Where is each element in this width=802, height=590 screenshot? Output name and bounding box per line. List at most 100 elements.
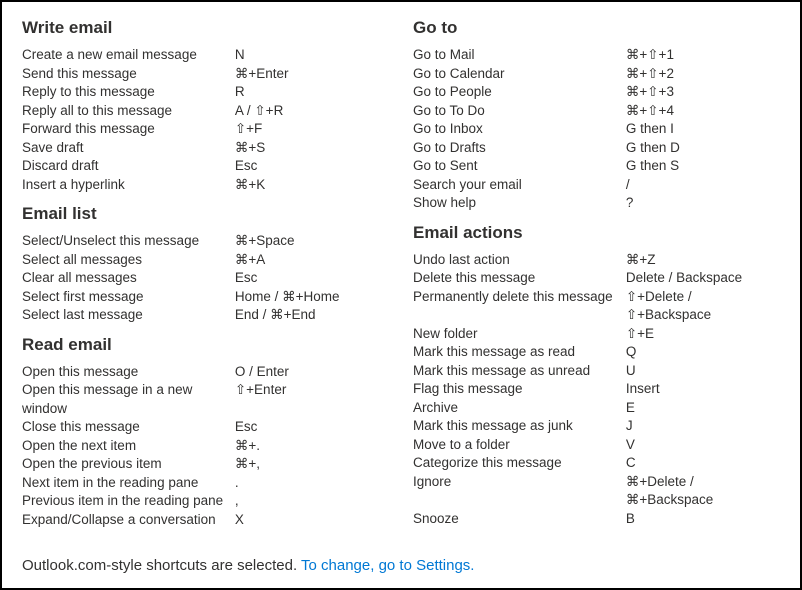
shortcut-description: Go to Sent — [413, 157, 626, 176]
shortcut-description: Go to Calendar — [413, 65, 626, 84]
shortcut-row: Go to InboxG then I — [413, 120, 780, 139]
shortcut-row: Save draft⌘+S — [22, 139, 389, 158]
section-title: Read email — [22, 335, 389, 355]
shortcut-row: Mark this message as unreadU — [413, 362, 780, 381]
shortcut-description: Forward this message — [22, 120, 235, 139]
shortcut-key: U — [626, 362, 780, 381]
shortcut-row: Ignore⌘+Delete / ⌘+Backspace — [413, 473, 780, 510]
shortcut-key: ⌘+⇧+2 — [626, 65, 780, 84]
shortcut-key: / — [626, 176, 780, 195]
shortcut-description: Select/Unselect this message — [22, 232, 235, 251]
section-rows: Undo last action⌘+ZDelete this messageDe… — [413, 251, 780, 529]
shortcut-key: Esc — [235, 157, 389, 176]
shortcut-key: V — [626, 436, 780, 455]
shortcut-key: O / Enter — [235, 363, 389, 382]
shortcut-key: E — [626, 399, 780, 418]
column-right: Go toGo to Mail⌘+⇧+1Go to Calendar⌘+⇧+2G… — [413, 18, 780, 546]
shortcut-row: Clear all messagesEsc — [22, 269, 389, 288]
shortcut-key: G then I — [626, 120, 780, 139]
shortcut-description: Send this message — [22, 65, 235, 84]
shortcut-row: Select all messages⌘+A — [22, 251, 389, 270]
shortcut-key: J — [626, 417, 780, 436]
shortcut-row: Reply all to this messageA / ⇧+R — [22, 102, 389, 121]
shortcut-key: ⌘+Delete / ⌘+Backspace — [626, 473, 780, 510]
shortcut-row: Flag this messageInsert — [413, 380, 780, 399]
footer-text: Outlook.com-style shortcuts are selected… — [22, 557, 301, 574]
footer-note: Outlook.com-style shortcuts are selected… — [22, 557, 474, 574]
shortcut-key: ⇧+E — [626, 325, 780, 344]
shortcut-key: ⌘+. — [235, 437, 389, 456]
shortcut-row: Mark this message as readQ — [413, 343, 780, 362]
shortcut-description: Next item in the reading pane — [22, 474, 235, 493]
shortcut-description: New folder — [413, 325, 626, 344]
shortcut-description: Select all messages — [22, 251, 235, 270]
shortcut-description: Go to To Do — [413, 102, 626, 121]
shortcut-row: Go to People⌘+⇧+3 — [413, 83, 780, 102]
shortcut-description: Open this message — [22, 363, 235, 382]
shortcut-description: Flag this message — [413, 380, 626, 399]
shortcut-key: ⌘+⇧+3 — [626, 83, 780, 102]
shortcut-key: X — [235, 511, 389, 530]
shortcut-row: ArchiveE — [413, 399, 780, 418]
shortcut-row: Undo last action⌘+Z — [413, 251, 780, 270]
shortcut-key: Q — [626, 343, 780, 362]
shortcut-key: ? — [626, 194, 780, 213]
column-left: Write emailCreate a new email messageNSe… — [22, 18, 389, 546]
shortcut-key: ⌘+Space — [235, 232, 389, 251]
shortcut-row: Select last messageEnd / ⌘+End — [22, 306, 389, 325]
shortcut-description: Mark this message as unread — [413, 362, 626, 381]
shortcut-key: ⌘+K — [235, 176, 389, 195]
shortcut-row: Delete this messageDelete / Backspace — [413, 269, 780, 288]
section-title: Email list — [22, 204, 389, 224]
shortcut-description: Show help — [413, 194, 626, 213]
shortcut-row: Go to SentG then S — [413, 157, 780, 176]
shortcut-row: Permanently delete this message⇧+Delete … — [413, 288, 780, 325]
shortcut-row: Close this messageEsc — [22, 418, 389, 437]
shortcut-row: Forward this message⇧+F — [22, 120, 389, 139]
shortcut-row: Move to a folderV — [413, 436, 780, 455]
shortcut-description: Go to Drafts — [413, 139, 626, 158]
shortcut-key: Delete / Backspace — [626, 269, 780, 288]
section-rows: Create a new email messageNSend this mes… — [22, 46, 389, 194]
shortcut-description: Mark this message as read — [413, 343, 626, 362]
shortcut-row: Mark this message as junkJ — [413, 417, 780, 436]
shortcut-key: ⌘+A — [235, 251, 389, 270]
shortcut-row: Previous item in the reading pane, — [22, 492, 389, 511]
shortcut-key: End / ⌘+End — [235, 306, 389, 325]
shortcut-key: ⇧+F — [235, 120, 389, 139]
shortcut-key: ⇧+Delete / ⇧+Backspace — [626, 288, 780, 325]
shortcut-description: Insert a hyperlink — [22, 176, 235, 195]
shortcut-key: ⌘+Enter — [235, 65, 389, 84]
shortcut-description: Close this message — [22, 418, 235, 437]
shortcut-key: ⌘+S — [235, 139, 389, 158]
shortcut-description: Ignore — [413, 473, 626, 510]
shortcut-row: Create a new email messageN — [22, 46, 389, 65]
shortcut-key: ⌘+Z — [626, 251, 780, 270]
section-title: Write email — [22, 18, 389, 38]
shortcut-description: Reply all to this message — [22, 102, 235, 121]
shortcut-key: C — [626, 454, 780, 473]
settings-link[interactable]: To change, go to Settings. — [301, 557, 474, 574]
shortcut-description: Expand/Collapse a conversation — [22, 511, 235, 530]
shortcut-row: Expand/Collapse a conversationX — [22, 511, 389, 530]
shortcut-description: Save draft — [22, 139, 235, 158]
shortcut-description: Snooze — [413, 510, 626, 529]
section-rows: Select/Unselect this message⌘+SpaceSelec… — [22, 232, 389, 325]
shortcut-row: Go to Mail⌘+⇧+1 — [413, 46, 780, 65]
shortcut-description: Go to People — [413, 83, 626, 102]
shortcut-description: Select last message — [22, 306, 235, 325]
shortcut-description: Create a new email message — [22, 46, 235, 65]
shortcut-description: Open the previous item — [22, 455, 235, 474]
shortcut-key: , — [235, 492, 389, 511]
shortcut-key: Insert — [626, 380, 780, 399]
shortcut-description: Mark this message as junk — [413, 417, 626, 436]
shortcut-key: N — [235, 46, 389, 65]
shortcut-description: Open this message in a new window — [22, 381, 235, 418]
shortcut-row: Select/Unselect this message⌘+Space — [22, 232, 389, 251]
shortcut-row: Categorize this messageC — [413, 454, 780, 473]
shortcut-description: Move to a folder — [413, 436, 626, 455]
shortcut-row: Open the next item⌘+. — [22, 437, 389, 456]
shortcut-row: SnoozeB — [413, 510, 780, 529]
shortcut-row: Send this message⌘+Enter — [22, 65, 389, 84]
shortcut-description: Select first message — [22, 288, 235, 307]
